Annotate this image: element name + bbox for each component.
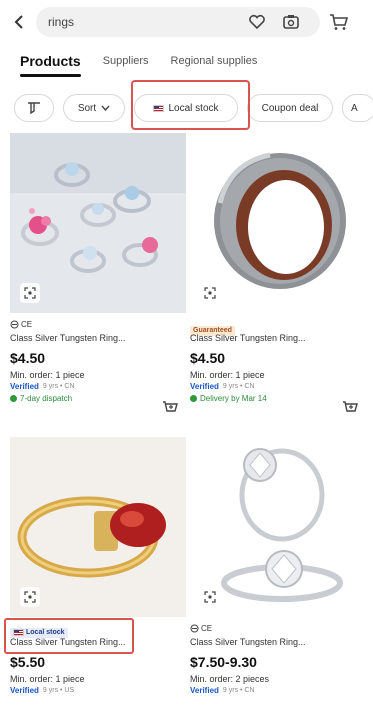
- dispatch-label: 7-day dispatch: [20, 394, 73, 403]
- product-title[interactable]: Class Silver Tungsten Ring...: [10, 333, 180, 343]
- min-order: Min. order: 2 pieces: [190, 674, 270, 684]
- product-price: $4.50: [190, 350, 226, 366]
- chevron-down-icon: [101, 105, 110, 111]
- sort-label: Sort: [77, 102, 97, 114]
- verified-label: Verified: [10, 382, 39, 391]
- ce-badge-label: CE: [201, 624, 213, 633]
- scan-icon[interactable]: [200, 283, 220, 303]
- scan-icon[interactable]: [200, 587, 220, 607]
- more-filter[interactable]: A: [342, 94, 373, 122]
- status-dot-icon: [10, 395, 17, 402]
- supplier-verified: Verified 9 yrs • CN: [190, 382, 366, 391]
- ce-badge: CE: [10, 319, 186, 330]
- tab-products[interactable]: Products: [20, 53, 81, 77]
- min-order: Min. order: 1 piece: [10, 674, 85, 684]
- product-title[interactable]: Class Silver Tungsten Ring...: [10, 637, 180, 647]
- tab-suppliers[interactable]: Suppliers: [103, 55, 149, 71]
- top-bar: rings: [0, 0, 373, 44]
- supplier-years: 9 yrs • US: [42, 687, 75, 694]
- cart-icon[interactable]: [326, 7, 352, 37]
- local-stock-badge: Local stock: [10, 627, 68, 638]
- supplier-years: 9 yrs • CN: [222, 383, 255, 390]
- product-image[interactable]: [10, 437, 186, 617]
- ce-badge-label: CE: [21, 320, 33, 329]
- product-title[interactable]: Class Silver Tungsten Ring...: [190, 333, 360, 343]
- product-price: $7.50-9.30: [190, 654, 257, 670]
- add-to-cart-button[interactable]: [340, 399, 360, 417]
- verified-label: Verified: [10, 686, 39, 695]
- product-info: CE Class Silver Tungsten Ring... $7.50-9…: [190, 623, 366, 695]
- product-image[interactable]: [10, 133, 186, 313]
- product-price: $5.50: [10, 654, 46, 670]
- status-dot-icon: [190, 395, 197, 402]
- local-stock-badge-label: Local stock: [26, 628, 65, 636]
- tab-regional-supplies[interactable]: Regional supplies: [171, 55, 258, 71]
- ce-badge: CE: [190, 623, 366, 634]
- cart-icon: [343, 401, 358, 412]
- supplier-years: 9 yrs • CN: [222, 687, 255, 694]
- coupon-deal-label: Coupon deal: [261, 102, 319, 114]
- back-arrow-icon[interactable]: [8, 7, 30, 37]
- product-image[interactable]: [190, 437, 366, 617]
- scan-icon[interactable]: [20, 283, 40, 303]
- add-to-cart-button[interactable]: [160, 399, 180, 417]
- supplier-years: 9 yrs • CN: [42, 383, 75, 390]
- min-order: Min. order: 1 piece: [190, 370, 265, 380]
- search-bar[interactable]: rings: [36, 7, 320, 37]
- coupon-deal-filter[interactable]: Coupon deal: [247, 94, 333, 122]
- cart-icon: [163, 401, 178, 412]
- us-flag-icon: [13, 629, 24, 636]
- certification-icon: [10, 320, 19, 329]
- local-stock-label: Local stock: [168, 102, 219, 114]
- scan-icon[interactable]: [20, 587, 40, 607]
- product-info: Guaranteed Class Silver Tungsten Ring...…: [190, 319, 366, 412]
- search-input[interactable]: rings: [48, 15, 240, 29]
- product-price: $4.50: [10, 350, 46, 366]
- sort-dropdown[interactable]: Sort: [63, 94, 125, 122]
- certification-icon: [190, 624, 199, 633]
- local-stock-filter[interactable]: Local stock: [134, 94, 238, 122]
- more-filter-label: A: [351, 102, 358, 114]
- verified-label: Verified: [190, 382, 219, 391]
- heart-icon[interactable]: [240, 14, 274, 30]
- us-flag-icon: [153, 104, 165, 112]
- min-order: Min. order: 1 piece: [10, 370, 85, 380]
- delivery-label: Delivery by Mar 14: [200, 394, 267, 403]
- product-info: Local stock Class Silver Tungsten Ring..…: [10, 623, 186, 695]
- product-title[interactable]: Class Silver Tungsten Ring...: [190, 637, 360, 647]
- search-tabs: Products Suppliers Regional supplies: [0, 48, 373, 78]
- filter-bar: Sort Local stock Coupon deal A: [0, 88, 373, 128]
- verified-label: Verified: [190, 686, 219, 695]
- filter-button[interactable]: [14, 94, 54, 122]
- camera-scan-icon[interactable]: [274, 14, 308, 30]
- supplier-verified: Verified 9 yrs • US: [10, 686, 186, 695]
- supplier-verified: Verified 9 yrs • CN: [190, 686, 366, 695]
- product-image[interactable]: [190, 133, 366, 313]
- product-info: CE Class Silver Tungsten Ring... $4.50 M…: [10, 319, 186, 412]
- filter-funnel-icon: [28, 102, 40, 114]
- supplier-verified: Verified 9 yrs • CN: [10, 382, 186, 391]
